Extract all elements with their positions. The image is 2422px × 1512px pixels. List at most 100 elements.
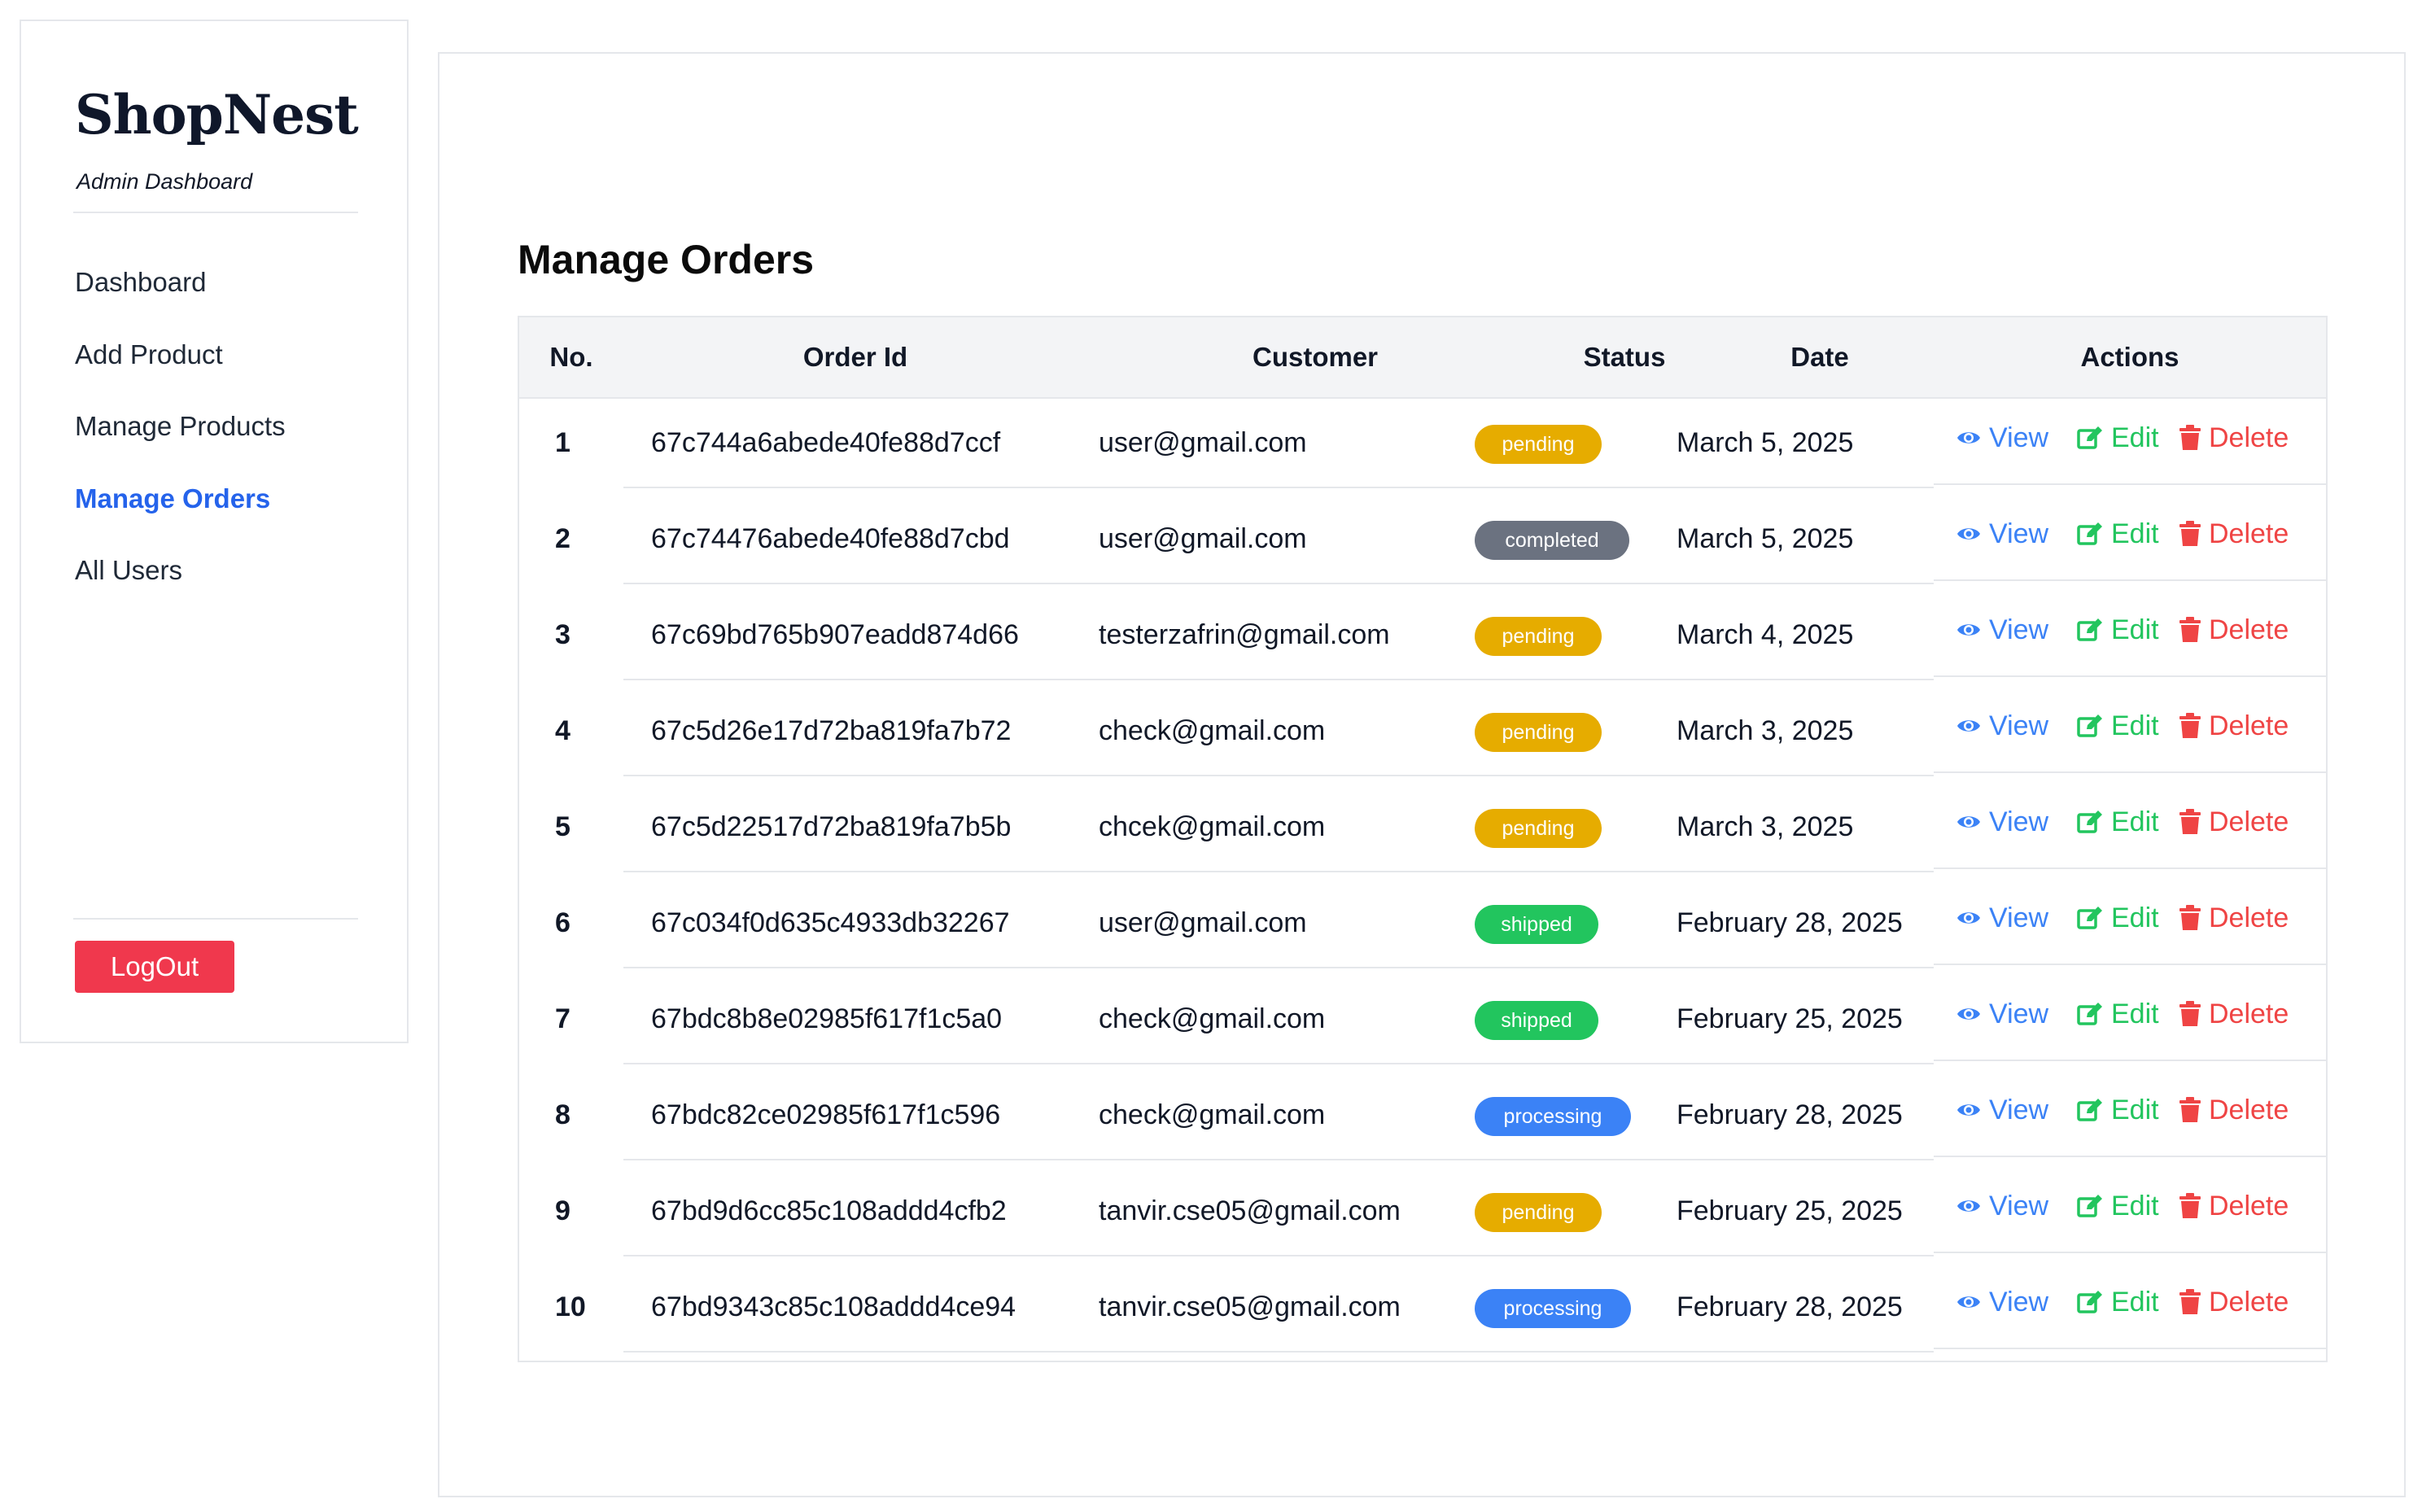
order-number: 4 [555,715,571,746]
edit-label: Edit [2111,422,2159,453]
delete-label: Delete [2209,1094,2289,1125]
delete-button[interactable]: Delete [2179,589,2289,671]
edit-button[interactable]: Edit [2077,973,2159,1055]
view-button[interactable]: View [1956,397,2048,479]
edit-button[interactable]: Edit [2077,397,2159,479]
edit-button[interactable]: Edit [2077,493,2159,575]
order-number: 2 [555,523,571,554]
view-label: View [1989,614,2049,645]
row-divider [623,775,1934,776]
sidebar-item-manage-products[interactable]: Manage Products [75,411,286,442]
status-badge: shipped [1475,1001,1598,1040]
order-date: March 3, 2025 [1677,811,1854,842]
column-header-order-id: Order Id [802,342,908,372]
order-date: February 28, 2025 [1677,907,1903,938]
edit-button[interactable]: Edit [2077,1261,2159,1343]
edit-label: Edit [2111,1286,2159,1318]
row-divider [623,1159,1934,1160]
view-button[interactable]: View [1956,493,2048,575]
customer-email: tanvir.cse05@gmail.com [1099,1195,1401,1226]
view-label: View [1989,518,2049,549]
order-id: 67c034f0d635c4933db32267 [651,907,1010,938]
order-id: 67c69bd765b907eadd874d66 [651,619,1019,650]
edit-button[interactable]: Edit [2077,1069,2159,1151]
order-id: 67bdc82ce02985f617f1c596 [651,1099,1001,1130]
view-button[interactable]: View [1956,877,2048,959]
delete-label: Delete [2209,518,2289,549]
order-date: March 4, 2025 [1677,619,1854,650]
edit-icon [2077,618,2102,641]
column-header-actions: Actions [2080,342,2179,372]
view-button[interactable]: View [1956,589,2048,671]
edit-button[interactable]: Edit [2077,589,2159,671]
row-divider [1934,1060,2326,1061]
view-button[interactable]: View [1956,685,2048,767]
sidebar-item-all-users[interactable]: All Users [75,555,182,586]
order-number: 5 [555,811,571,842]
trash-icon [2179,1097,2201,1122]
edit-icon [2077,1099,2102,1121]
trash-icon [2179,905,2201,930]
sidebar-item-add-product[interactable]: Add Product [75,339,223,370]
delete-button[interactable]: Delete [2179,1261,2289,1343]
edit-icon [2077,1003,2102,1025]
delete-button[interactable]: Delete [2179,685,2289,767]
row-divider [1934,771,2326,773]
order-id: 67c5d26e17d72ba819fa7b72 [651,715,1012,746]
table-row: 9 67bd9d6cc85c108addd4cfb2 tanvir.cse05@gm… [519,1165,2326,1256]
order-date: March 5, 2025 [1677,427,1854,458]
view-button[interactable]: View [1956,1165,2048,1247]
trash-icon [2179,617,2201,642]
edit-button[interactable]: Edit [2077,781,2159,863]
edit-button[interactable]: Edit [2077,877,2159,959]
view-button[interactable]: View [1956,781,2048,863]
order-number: 10 [555,1291,586,1322]
status-badge: processing [1475,1097,1631,1136]
status-badge: pending [1475,809,1602,848]
view-label: View [1989,998,2049,1029]
customer-email: user@gmail.com [1099,523,1307,554]
table-row: 4 67c5d26e17d72ba819fa7b72 check@gmail.com… [519,685,2326,776]
table-row: 7 67bdc8b8e02985f617f1c5a0 check@gmail.com… [519,973,2326,1064]
eye-icon [1957,1104,1980,1116]
row-divider [1934,1156,2326,1157]
row-divider [623,487,1934,488]
customer-email: tanvir.cse05@gmail.com [1099,1291,1401,1322]
brand-subtitle: Admin Dashboard [77,169,253,194]
column-header-customer: Customer [1252,342,1379,372]
delete-label: Delete [2209,614,2289,645]
delete-label: Delete [2209,422,2289,453]
row-divider [623,871,1934,872]
order-id: 67bdc8b8e02985f617f1c5a0 [651,1003,1003,1034]
edit-button[interactable]: Edit [2077,1165,2159,1247]
sidebar-item-manage-orders[interactable]: Manage Orders [75,483,270,514]
brand-logo[interactable]: ShopNest [75,83,359,146]
delete-button[interactable]: Delete [2179,397,2289,479]
row-divider [1934,483,2326,485]
delete-label: Delete [2209,902,2289,933]
customer-email: check@gmail.com [1099,715,1326,746]
delete-button[interactable]: Delete [2179,781,2289,863]
eye-icon [1957,720,1980,732]
eye-icon [1957,912,1980,924]
view-button[interactable]: View [1956,1069,2048,1151]
order-date: February 28, 2025 [1677,1099,1903,1130]
view-button[interactable]: View [1956,973,2048,1055]
trash-icon [2179,713,2201,738]
view-button[interactable]: View [1956,1261,2048,1343]
view-label: View [1989,1094,2049,1125]
sidebar-item-dashboard[interactable]: Dashboard [75,267,206,298]
delete-button[interactable]: Delete [2179,973,2289,1055]
edit-icon [2077,907,2102,929]
delete-button[interactable]: Delete [2179,493,2289,575]
order-number: 9 [555,1195,571,1226]
edit-button[interactable]: Edit [2077,685,2159,767]
delete-button[interactable]: Delete [2179,1069,2289,1151]
delete-button[interactable]: Delete [2179,877,2289,959]
delete-button[interactable]: Delete [2179,1165,2289,1247]
table-row: 6 67c034f0d635c4933db32267 user@gmail.com s… [519,877,2326,968]
order-date: February 28, 2025 [1677,1291,1903,1322]
logout-button[interactable]: LogOut [75,941,234,993]
delete-label: Delete [2209,806,2289,837]
order-id: 67bd9d6cc85c108addd4cfb2 [651,1195,1007,1226]
